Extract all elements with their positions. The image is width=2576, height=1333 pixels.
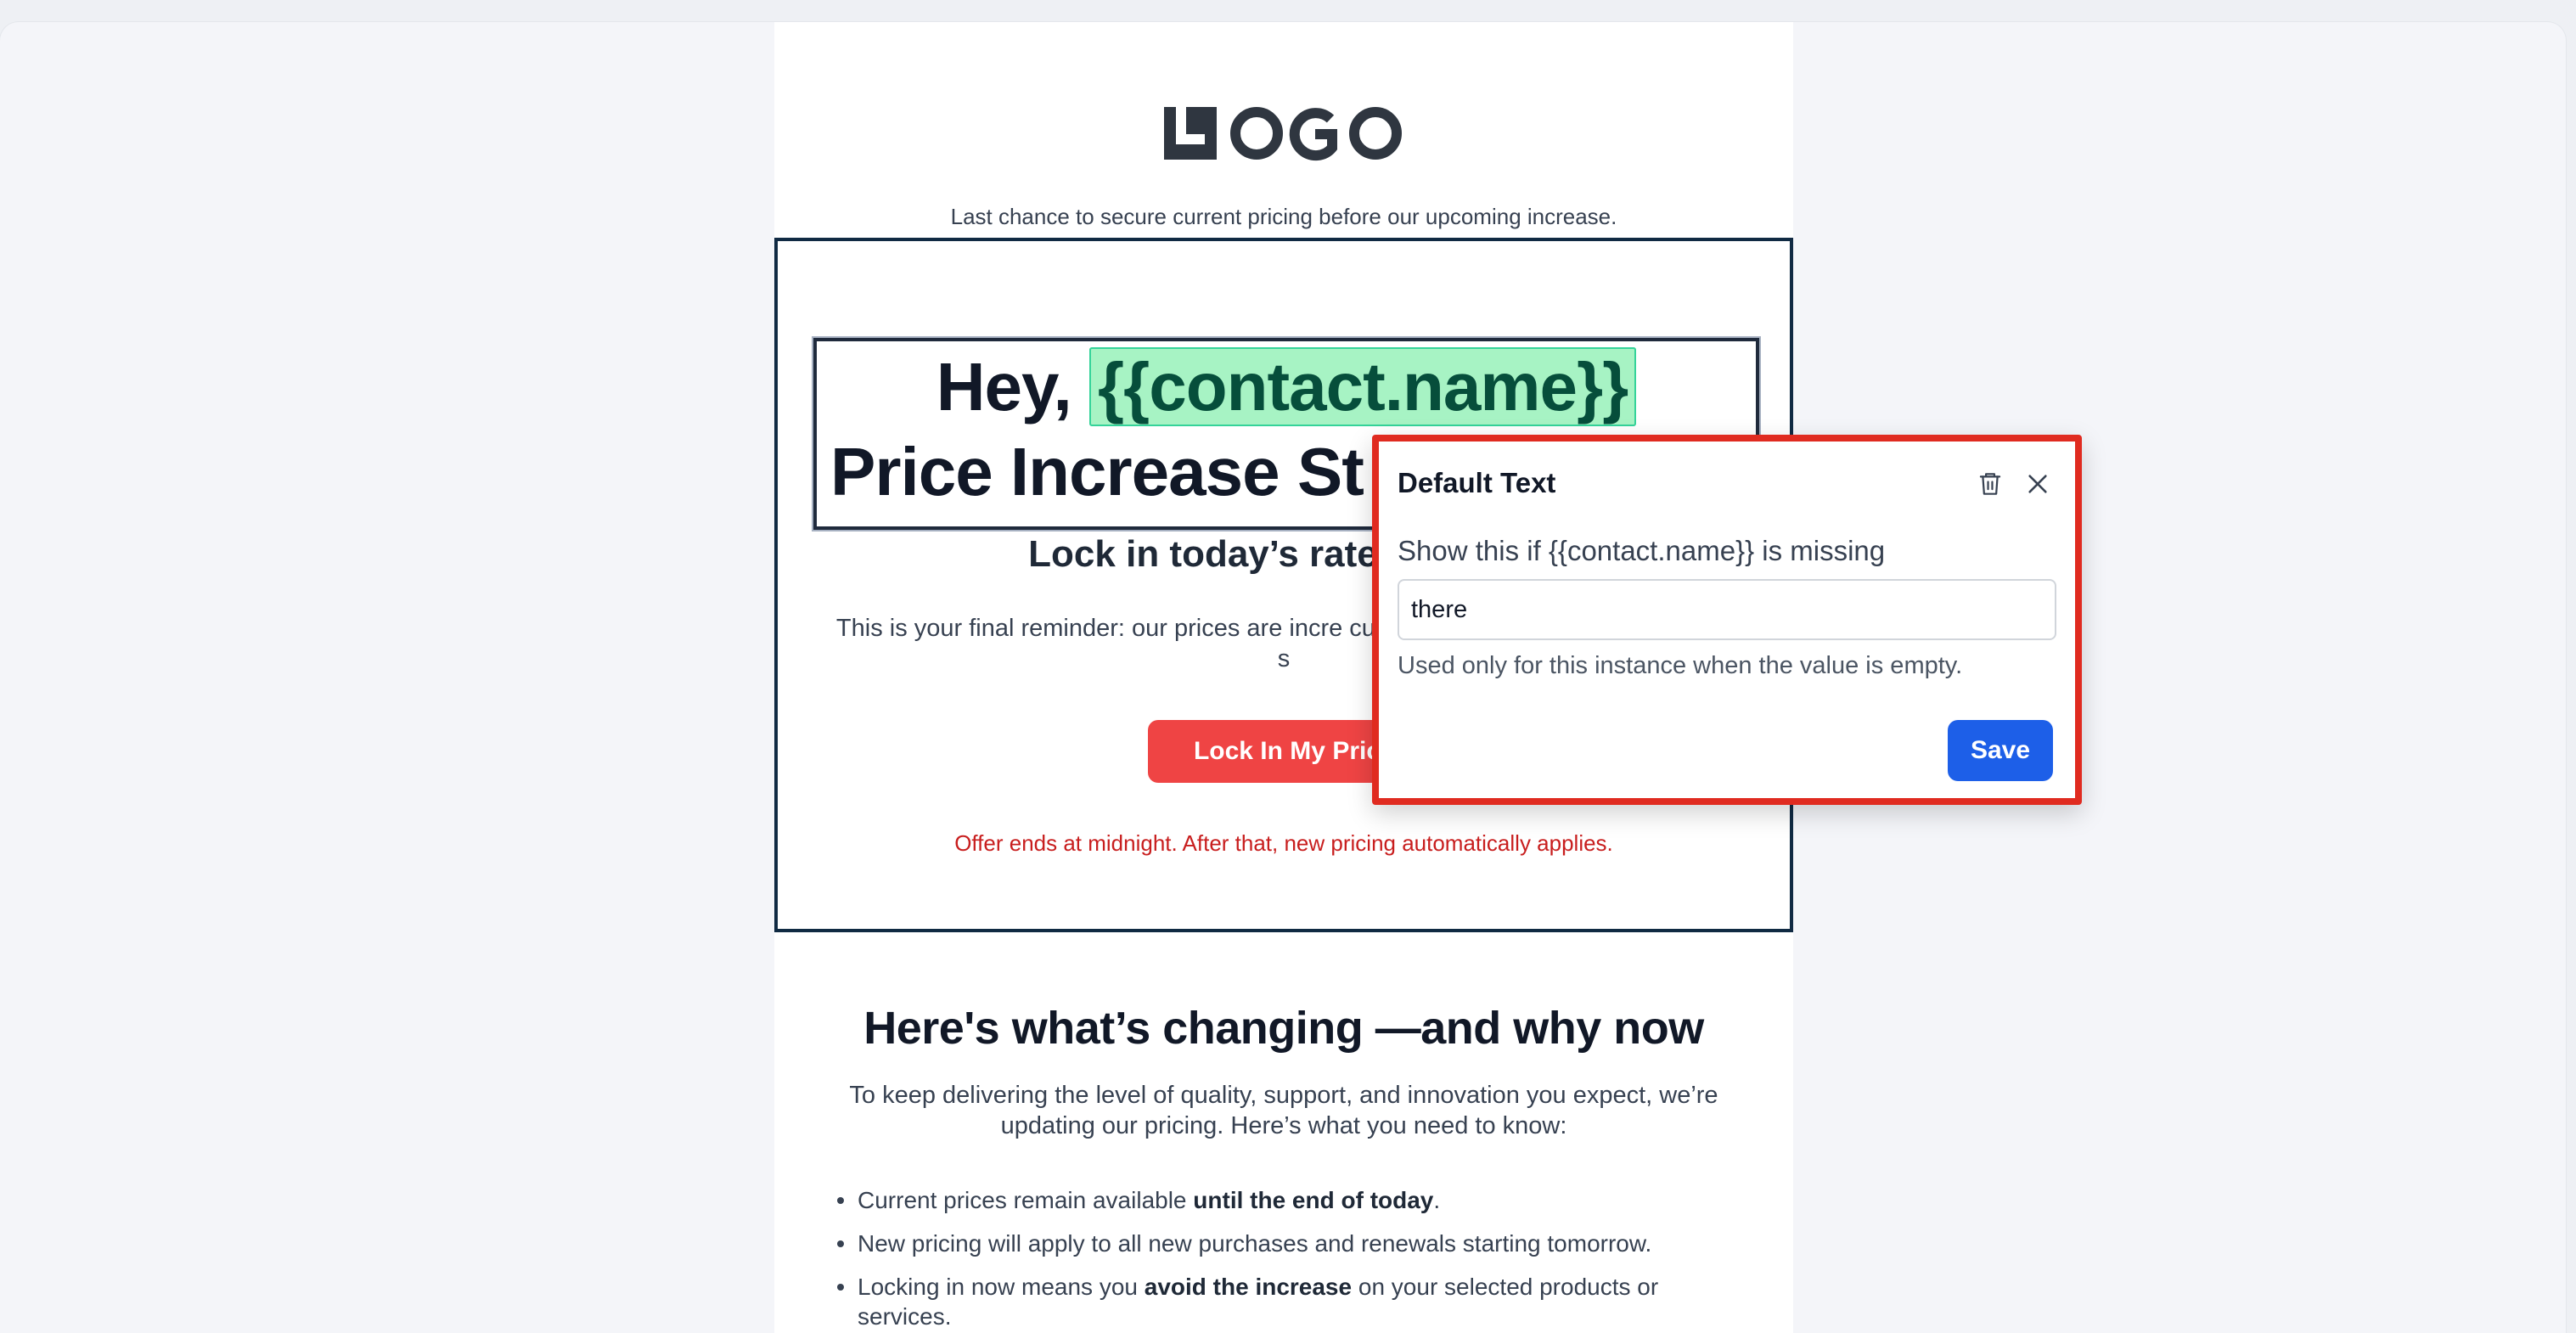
list-item: Locking in now means you avoid the incre…: [837, 1272, 1708, 1331]
logo: [774, 104, 1793, 163]
list-item: New pricing will apply to all new purcha…: [837, 1229, 1708, 1258]
offer-note: Offer ends at midnight. After that, new …: [954, 830, 1613, 856]
save-button[interactable]: Save: [1948, 720, 2053, 781]
merge-tag-contact-name[interactable]: {{contact.name}}: [1089, 347, 1637, 426]
headline-line-1: Hey, {{contact.name}}: [817, 345, 1756, 430]
trash-icon[interactable]: [1973, 467, 2007, 501]
headline-greeting: Hey,: [936, 349, 1072, 425]
close-icon[interactable]: [2021, 467, 2055, 501]
popover-title: Default Text: [1398, 467, 1556, 498]
changes-list: Current prices remain available until th…: [837, 1185, 1708, 1333]
headline-line-2: Price Increase St: [830, 434, 1364, 509]
preheader-text: Last chance to secure current pricing be…: [950, 204, 1617, 229]
section-intro: To keep delivering the level of quality,…: [849, 1082, 1718, 1139]
section-title: Here's what’s changing —and why now: [863, 1003, 1704, 1054]
fallback-text-input[interactable]: [1398, 579, 2056, 640]
fallback-label: Show this if {{contact.name}} is missing: [1398, 535, 1886, 566]
list-item: Current prices remain available until th…: [837, 1185, 1708, 1215]
fallback-help-text: Used only for this instance when the val…: [1398, 652, 1963, 679]
default-text-popover: Default Text Show this if {{contact.name…: [1372, 435, 2082, 805]
logo-image: [1164, 107, 1402, 161]
